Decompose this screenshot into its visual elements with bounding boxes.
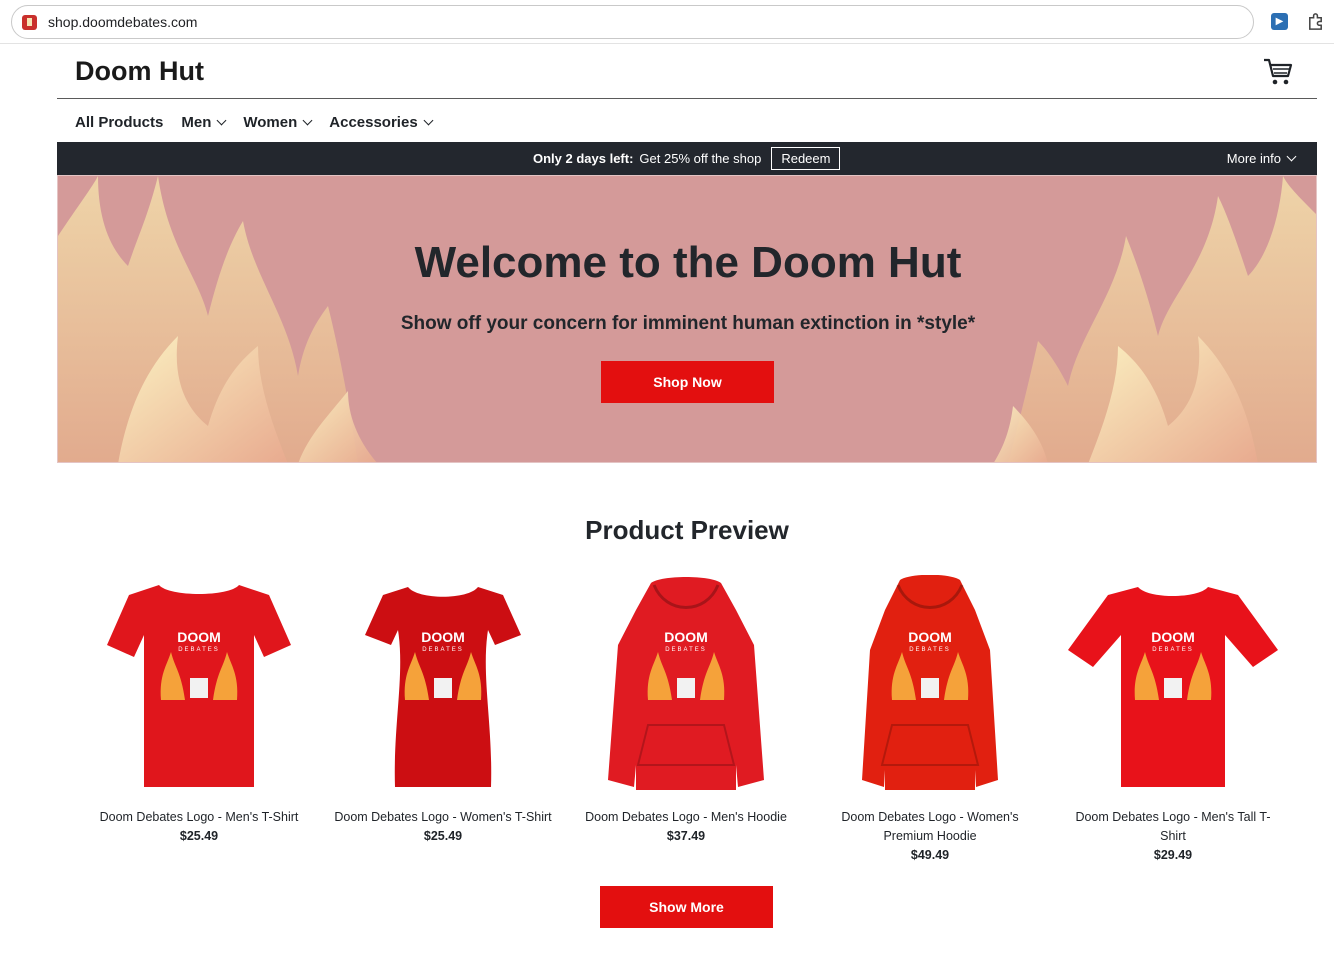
garment-illustration: DOOM DEBATES [1068,587,1278,787]
product-card[interactable]: DOOM DEBATES Doom Debates Logo - Women's P… [820,574,1040,864]
url-text[interactable]: shop.doomdebates.com [48,14,197,30]
product-name[interactable]: Doom Debates Logo - Men's Hoodie [576,808,796,827]
logo-title: DOOM [177,629,221,645]
puzzle-piece-icon[interactable] [1306,12,1325,31]
logo-title: DOOM [664,629,708,645]
product-name[interactable]: Doom Debates Logo - Men's T-Shirt [89,808,309,827]
logo-subtitle: DEBATES [1152,647,1194,653]
browser-toolbar: shop.doomdebates.com ▶ [0,0,1334,44]
product-name[interactable]: Doom Debates Logo - Men's Tall T-Shirt [1063,808,1283,846]
chevron-down-icon [216,115,227,125]
logo-subtitle: DEBATES [909,647,951,653]
hero-banner: Welcome to the Doom Hut Show off your co… [57,175,1317,463]
nav-item-label: All Products [75,113,164,131]
logo-podium [190,678,208,698]
nav-all-products[interactable]: All Products [75,111,163,133]
product-image[interactable]: DOOM DEBATES [820,574,1040,797]
shop-now-button[interactable]: Shop Now [601,361,774,403]
logo-podium [677,678,695,698]
product-card[interactable]: DOOM DEBATES Doom Debates Logo - Men's T-S… [89,575,309,845]
address-bar[interactable]: shop.doomdebates.com [11,5,1254,39]
garment-illustration: DOOM DEBATES [365,587,521,787]
product-price: $37.49 [666,829,706,843]
logo-podium [434,678,452,698]
section-title: Product Preview [585,515,789,545]
logo-podium [921,678,939,698]
nav-item-label: Men [181,113,212,131]
product-name[interactable]: Doom Debates Logo - Women's Premium Hood… [820,808,1040,846]
promo-message: Only 2 days left: Get 25% off the shop R… [533,142,841,175]
site-title[interactable]: Doom Hut [75,56,204,87]
chevron-down-icon [302,115,313,125]
logo-podium [1164,678,1182,698]
product-card[interactable]: DOOM DEBATES Doom Debates Logo - Men's Hoo… [576,575,796,845]
logo-subtitle: DEBATES [422,647,464,653]
product-image[interactable]: DOOM DEBATES [576,575,796,797]
site-favicon-icon [22,15,37,30]
more-info-label: More info [1226,151,1281,166]
show-more-button[interactable]: Show More [600,886,773,928]
logo-title: DOOM [421,629,465,645]
more-info-toggle[interactable]: More info [1226,142,1297,175]
product-price: $25.49 [179,829,219,843]
logo-title: DOOM [1151,629,1195,645]
garment-illustration: DOOM DEBATES [862,574,998,790]
promo-deadline: Only 2 days left: [533,151,634,166]
product-image[interactable]: DOOM DEBATES [1063,575,1283,797]
shopping-cart-icon[interactable] [1262,56,1294,86]
product-name[interactable]: Doom Debates Logo - Women's T-Shirt [333,808,553,827]
hero-title: Welcome to the Doom Hut [414,238,962,287]
nav-item-label: Women [243,113,298,131]
nav-accessories[interactable]: Accessories [329,111,434,133]
product-price: $29.49 [1153,848,1193,862]
hero-subtitle: Show off your concern for imminent human… [400,313,976,334]
logo-subtitle: DEBATES [178,647,220,653]
redeem-button[interactable]: Redeem [771,147,841,170]
product-image[interactable]: DOOM DEBATES [89,575,309,797]
product-image[interactable]: DOOM DEBATES [333,575,553,797]
promo-banner: Only 2 days left: Get 25% off the shop R… [57,142,1317,175]
product-card[interactable]: DOOM DEBATES Doom Debates Logo - Women's T… [333,575,553,845]
garment-illustration: DOOM DEBATES [107,585,291,787]
fast-forward-icon[interactable]: ▶ [1271,13,1288,30]
header-divider [57,98,1317,99]
nav-item-label: Accessories [329,113,418,131]
logo-subtitle: DEBATES [665,647,707,653]
garment-illustration: DOOM DEBATES [608,577,764,790]
chevron-down-icon [1286,151,1297,162]
logo-title: DOOM [908,629,952,645]
nav-women[interactable]: Women [243,111,313,133]
product-card[interactable]: DOOM DEBATES Doom Debates Logo - Men's Tal… [1063,575,1283,864]
promo-offer: Get 25% off the shop [639,151,762,166]
product-price: $49.49 [910,848,950,862]
product-price: $25.49 [423,829,463,843]
chevron-down-icon [423,115,434,125]
nav-men[interactable]: Men [181,111,227,133]
main-nav: All Products Men Women Accessories [75,111,450,133]
